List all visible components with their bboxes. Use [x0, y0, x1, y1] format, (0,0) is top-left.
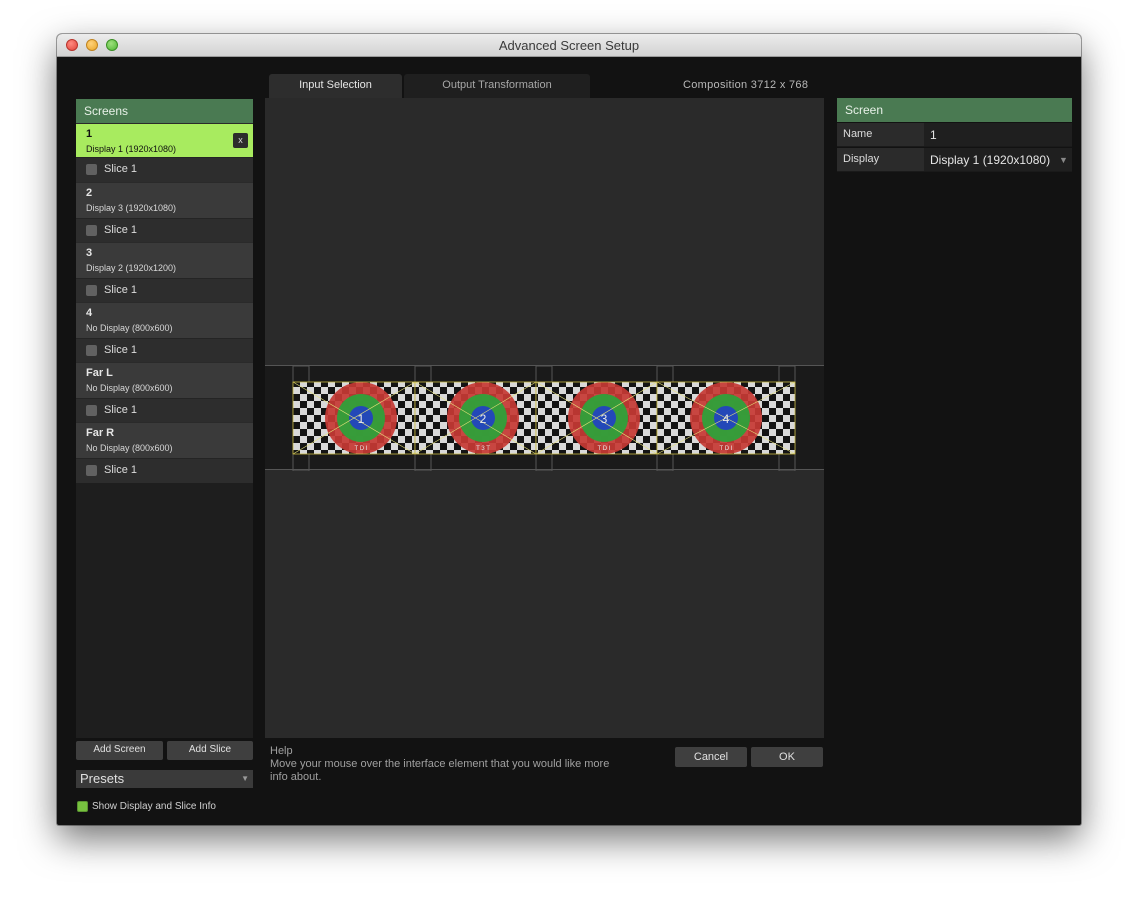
display-label: Display — [843, 153, 880, 165]
screen-display: Display 2 (1920x1200) — [86, 263, 177, 273]
input-canvas[interactable]: 1 2 3 4 T D I T 3 T T D I T D I — [265, 98, 824, 738]
slice-checkbox[interactable] — [86, 285, 97, 296]
screen-panel-header: Screen — [837, 98, 1072, 122]
screen-display: Display 1 (1920x1080) — [86, 144, 177, 154]
slice-label: Slice 1 — [104, 163, 138, 175]
screens-list: 1 Display 1 (1920x1080) x Slice 1 2 Disp… — [76, 123, 253, 738]
screen-row-3[interactable]: 3 Display 2 (1920x1200) — [76, 242, 253, 278]
slice-label: Slice 1 — [104, 344, 138, 356]
slice-label: Slice 1 — [104, 464, 138, 476]
test-pattern-preview: 1 2 3 4 T D I T 3 T T D I T D I — [292, 365, 796, 472]
test-screen-caption: T D I — [355, 446, 368, 452]
slice-row[interactable]: Slice 1 — [76, 218, 253, 243]
slice-checkbox[interactable] — [86, 164, 97, 175]
screen-row-4[interactable]: 4 No Display (800x600) — [76, 302, 253, 338]
slice-checkbox[interactable] — [86, 345, 97, 356]
zoom-window-button[interactable] — [106, 39, 118, 51]
test-screen-number: 2 — [480, 412, 487, 426]
screen-display: No Display (800x600) — [86, 443, 173, 453]
test-screen-caption: T D I — [598, 446, 611, 452]
screen-display: No Display (800x600) — [86, 383, 173, 393]
help-title: Help — [270, 745, 293, 757]
slice-label: Slice 1 — [104, 404, 138, 416]
slice-row[interactable]: Slice 1 — [76, 338, 253, 363]
tab-output-transformation[interactable]: Output Transformation — [404, 74, 590, 98]
name-row: Name 1 — [837, 123, 1072, 147]
slice-label: Slice 1 — [104, 284, 138, 296]
chevron-down-icon: ▼ — [241, 774, 249, 783]
screens-panel-header: Screens — [76, 99, 253, 123]
test-screen-2 — [414, 381, 537, 455]
slice-row[interactable]: Slice 1 — [76, 278, 253, 303]
test-screen-number: 3 — [601, 412, 608, 426]
slice-row[interactable]: Slice 1 — [76, 458, 253, 483]
screen-display: Display 3 (1920x1080) — [86, 203, 177, 213]
slice-row[interactable]: Slice 1 — [76, 398, 253, 423]
screen-row-far-r[interactable]: Far R No Display (800x600) — [76, 422, 253, 458]
name-value: 1 — [930, 128, 937, 142]
screen-name: 1 — [86, 128, 93, 140]
screen-name: 3 — [86, 247, 93, 259]
test-screen-3 — [535, 381, 658, 455]
slice-checkbox[interactable] — [86, 405, 97, 416]
test-screen-caption: T 3 T — [476, 446, 490, 452]
remove-screen-button[interactable]: x — [233, 133, 248, 148]
slice-checkbox[interactable] — [86, 225, 97, 236]
window-title: Advanced Screen Setup — [498, 38, 640, 53]
presets-dropdown[interactable]: Presets ▼ — [76, 770, 253, 788]
display-dropdown[interactable]: Display 1 (1920x1080) ▼ — [924, 148, 1072, 171]
screen-name: Far L — [86, 367, 113, 379]
tab-input-selection[interactable]: Input Selection — [269, 74, 402, 98]
screen-name: 4 — [86, 307, 93, 319]
display-value: Display 1 (1920x1080) — [930, 153, 1051, 167]
screen-row-2[interactable]: 2 Display 3 (1920x1080) — [76, 182, 253, 218]
screen-row-1[interactable]: 1 Display 1 (1920x1080) x — [76, 123, 253, 157]
display-row: Display Display 1 (1920x1080) ▼ — [837, 148, 1072, 172]
close-window-button[interactable] — [66, 39, 78, 51]
title-bar: Advanced Screen Setup — [57, 34, 1081, 57]
composition-size: Composition 3712 x 768 — [683, 79, 809, 91]
test-screen-caption: T D I — [720, 446, 733, 452]
name-label: Name — [843, 128, 873, 140]
chevron-down-icon: ▼ — [1059, 155, 1068, 165]
test-screen-number: 4 — [723, 412, 730, 426]
screen-row-far-l[interactable]: Far L No Display (800x600) — [76, 362, 253, 398]
screen-display: No Display (800x600) — [86, 323, 173, 333]
screen-name: Far R — [86, 427, 115, 439]
help-text: Move your mouse over the interface eleme… — [270, 758, 610, 783]
show-info-checkbox[interactable] — [77, 801, 88, 812]
slice-label: Slice 1 — [104, 224, 138, 236]
composition-strip: 1 2 3 4 T D I T 3 T T D I T D I — [265, 365, 824, 472]
add-slice-button[interactable]: Add Slice — [167, 741, 253, 760]
name-field[interactable]: 1 — [924, 123, 1072, 146]
add-screen-button[interactable]: Add Screen — [76, 741, 163, 760]
test-screen-number: 1 — [358, 412, 365, 426]
minimize-window-button[interactable] — [86, 39, 98, 51]
slice-checkbox[interactable] — [86, 465, 97, 476]
test-screen-1 — [292, 381, 416, 455]
ok-button[interactable]: OK — [751, 747, 823, 767]
advanced-screen-setup-window: Advanced Screen Setup Screens 1 Display … — [57, 34, 1081, 825]
show-info-label: Show Display and Slice Info — [92, 801, 216, 812]
presets-label: Presets — [80, 771, 125, 786]
screen-name: 2 — [86, 187, 93, 199]
slice-row[interactable]: Slice 1 — [76, 157, 253, 182]
cancel-button[interactable]: Cancel — [675, 747, 747, 767]
